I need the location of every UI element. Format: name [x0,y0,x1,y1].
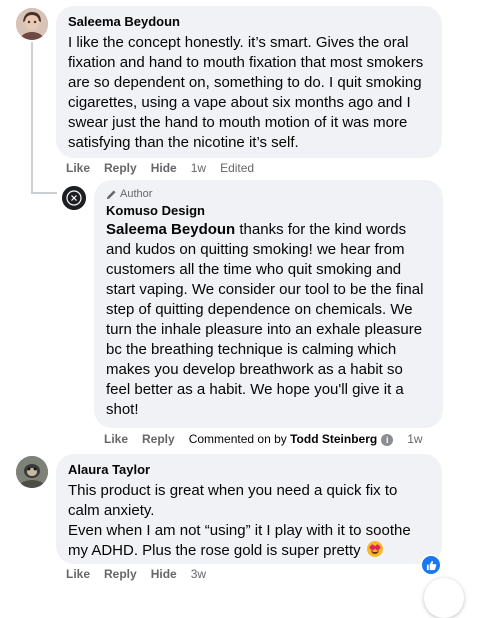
comment-author[interactable]: Alaura Taylor [68,462,430,478]
reaction-badge[interactable] [420,554,442,576]
comment-author[interactable]: Saleema Beydoun [68,14,430,30]
reply-body: thanks for the kind words and kudos on q… [106,221,424,418]
comment-actions: Like Reply Hide 1w Edited [66,160,254,176]
avatar-photo [16,456,48,488]
comment-author[interactable]: Komuso Design [106,203,431,219]
thread-branch [31,192,57,194]
hide-button[interactable]: Hide [151,567,177,581]
chat-float-button[interactable] [424,578,464,618]
like-button[interactable]: Like [66,567,90,581]
avatar-alaura[interactable] [16,456,48,488]
timestamp[interactable]: 1w [191,161,206,175]
comment-text: Saleema Beydoun thanks for the kind word… [106,220,431,420]
avatar-photo [16,8,48,40]
author-badge-label: Author [120,188,153,200]
comment-text: This product is great when you need a qu… [68,481,430,561]
commented-by: Commented on by Todd Steinberg i [189,432,394,446]
avatar-komuso[interactable] [62,186,86,210]
mention-link[interactable]: Saleema Beydoun [106,221,235,238]
like-button[interactable]: Like [66,161,90,175]
hide-button[interactable]: Hide [151,161,177,175]
commenter-name[interactable]: Todd Steinberg [290,432,377,446]
comment-bubble: Alaura Taylor This product is great when… [56,454,442,564]
like-button[interactable]: Like [104,432,128,446]
author-badge: Author [106,187,431,201]
reply-button[interactable]: Reply [104,567,137,581]
reply-bubble: Author Komuso Design Saleema Beydoun tha… [94,180,443,428]
thumbs-up-icon [426,560,436,570]
komuso-logo-icon [62,186,86,210]
thread-line [31,42,33,194]
comment-text: I like the concept honestly. it’s smart.… [68,34,424,151]
reply-button[interactable]: Reply [104,161,137,175]
timestamp[interactable]: 1w [407,432,422,446]
avatar-saleema[interactable] [16,8,48,40]
comment-bubble: Saleema Beydoun I like the concept hones… [56,6,442,158]
reply-button[interactable]: Reply [142,432,175,446]
pencil-icon [106,189,116,199]
info-icon[interactable]: i [381,434,394,446]
commented-by-label: Commented on by [188,432,287,446]
timestamp[interactable]: 3w [191,567,206,581]
comment-body: This product is great when you need a qu… [68,482,411,559]
comment-actions: Like Reply Commented on by Todd Steinber… [104,431,423,447]
edited-label: Edited [220,161,255,175]
comment-actions: Like Reply Hide 3w [66,566,206,582]
heart-eyes-emoji [366,541,383,557]
